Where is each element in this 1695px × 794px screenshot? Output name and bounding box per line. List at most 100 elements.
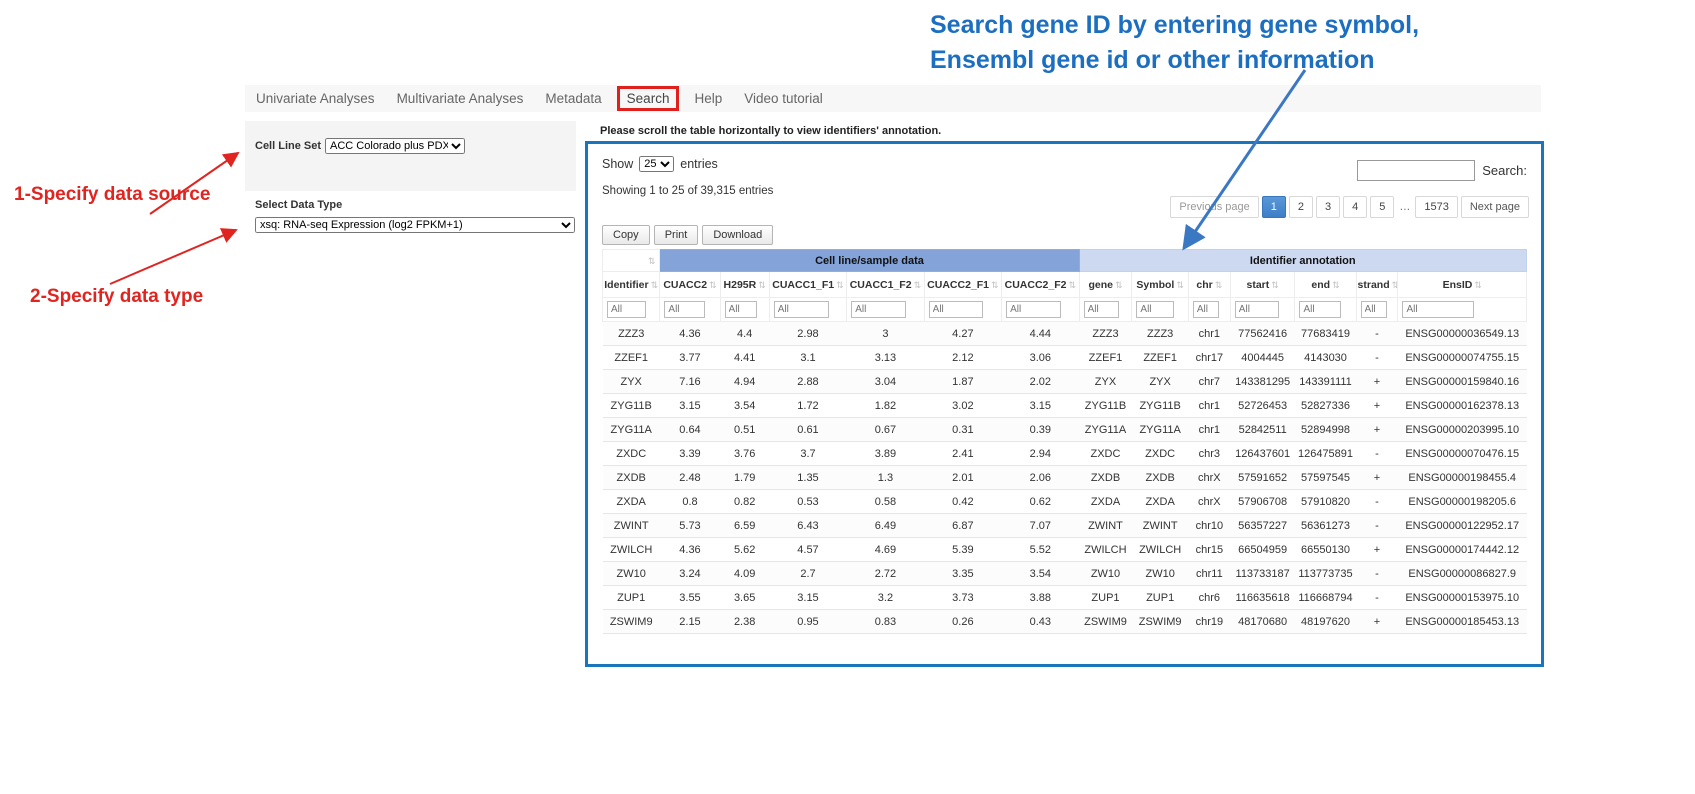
table-row-zzef1[interactable]: ZZEF13.774.413.13.132.123.06ZZEF1ZZEF1ch…: [603, 346, 1527, 370]
page-button-4[interactable]: 4: [1343, 196, 1367, 218]
cell-line-set-select[interactable]: ACC Colorado plus PDX: [325, 138, 465, 154]
column-header-chr[interactable]: chr⇅: [1188, 272, 1230, 298]
cell: 126437601: [1230, 442, 1295, 466]
sort-icon: ⇅: [758, 280, 766, 290]
filter-input-ensid[interactable]: [1402, 301, 1474, 318]
column-label: gene: [1088, 279, 1113, 291]
table-row-zyx[interactable]: ZYX7.164.942.883.041.872.02ZYXZYXchr7143…: [603, 370, 1527, 394]
cell: ZZEF1: [1079, 346, 1132, 370]
nav-item-univariate-analyses[interactable]: Univariate Analyses: [245, 91, 386, 106]
page-button-1[interactable]: 1: [1262, 196, 1286, 218]
copy-button[interactable]: Copy: [602, 225, 650, 245]
filter-input-gene[interactable]: [1084, 301, 1119, 318]
cell: 4.27: [924, 322, 1001, 346]
filter-input-identifier[interactable]: [607, 301, 646, 318]
cell: ZYG11A: [1079, 418, 1132, 442]
cell: 77683419: [1295, 322, 1356, 346]
sort-icon: ⇅: [1115, 280, 1123, 290]
cell: 7.07: [1002, 514, 1079, 538]
cell: ZSWIM9: [1132, 610, 1188, 634]
cell: ZXDB: [1132, 466, 1188, 490]
page-button-5[interactable]: 5: [1370, 196, 1394, 218]
table-row-zwint[interactable]: ZWINT5.736.596.436.496.877.07ZWINTZWINTc…: [603, 514, 1527, 538]
previous-page-button[interactable]: Previous page: [1170, 196, 1258, 218]
cell: 4.36: [660, 322, 720, 346]
filter-input-symbol[interactable]: [1136, 301, 1174, 318]
cell: +: [1356, 394, 1398, 418]
column-header-end[interactable]: end⇅: [1295, 272, 1356, 298]
table-row-zxdc[interactable]: ZXDC3.393.763.73.892.412.94ZXDCZXDCchr31…: [603, 442, 1527, 466]
table-row-zwilch[interactable]: ZWILCH4.365.624.574.695.395.52ZWILCHZWIL…: [603, 538, 1527, 562]
column-header-cuacc1-f1[interactable]: CUACC1_F1⇅: [769, 272, 846, 298]
column-header-cuacc2-f2[interactable]: CUACC2_F2⇅: [1002, 272, 1079, 298]
filter-cell: [720, 298, 769, 322]
cell: ENSG00000086827.9: [1398, 562, 1527, 586]
table-row-zw10[interactable]: ZW103.244.092.72.723.353.54ZW10ZW10chr11…: [603, 562, 1527, 586]
column-header-symbol[interactable]: Symbol⇅: [1132, 272, 1188, 298]
cell: ZW10: [1079, 562, 1132, 586]
cell: 57910820: [1295, 490, 1356, 514]
cell: +: [1356, 370, 1398, 394]
filter-input-cuacc2-f1[interactable]: [929, 301, 984, 318]
search-label: Search:: [1482, 163, 1527, 178]
filter-input-end[interactable]: [1299, 301, 1341, 318]
pagination-ellipsis: …: [1397, 197, 1412, 217]
filter-input-cuacc1-f1[interactable]: [774, 301, 829, 318]
cell: ENSG00000074755.15: [1398, 346, 1527, 370]
filter-input-cuacc2-f2[interactable]: [1006, 301, 1061, 318]
search-input[interactable]: [1357, 160, 1475, 181]
filter-cell: [603, 298, 660, 322]
cell: 4.69: [847, 538, 924, 562]
cell: 4.94: [720, 370, 769, 394]
table-row-zyg11a[interactable]: ZYG11A0.640.510.610.670.310.39ZYG11AZYG1…: [603, 418, 1527, 442]
next-page-button[interactable]: Next page: [1461, 196, 1529, 218]
nav-item-video-tutorial[interactable]: Video tutorial: [733, 91, 834, 106]
column-header-identifier[interactable]: Identifier⇅: [603, 272, 660, 298]
filter-input-cuacc2[interactable]: [664, 301, 705, 318]
column-header-h295r[interactable]: H295R⇅: [720, 272, 769, 298]
cell: 2.48: [660, 466, 720, 490]
table-row-zswim9[interactable]: ZSWIM92.152.380.950.830.260.43ZSWIM9ZSWI…: [603, 610, 1527, 634]
table-row-zzz3[interactable]: ZZZ34.364.42.9834.274.44ZZZ3ZZZ3chr17756…: [603, 322, 1527, 346]
table-row-zxda[interactable]: ZXDA0.80.820.530.580.420.62ZXDAZXDAchrX5…: [603, 490, 1527, 514]
cell: 48170680: [1230, 610, 1295, 634]
download-button[interactable]: Download: [702, 225, 773, 245]
page-button-3[interactable]: 3: [1316, 196, 1340, 218]
table-row-zup1[interactable]: ZUP13.553.653.153.23.733.88ZUP1ZUP1chr61…: [603, 586, 1527, 610]
column-header-gene[interactable]: gene⇅: [1079, 272, 1132, 298]
nav-item-search[interactable]: Search: [617, 86, 680, 111]
nav-item-help[interactable]: Help: [683, 91, 733, 106]
column-header-ensid[interactable]: EnsID⇅: [1398, 272, 1527, 298]
column-header-strand[interactable]: strand⇅: [1356, 272, 1398, 298]
cell: 3.55: [660, 586, 720, 610]
filter-input-chr[interactable]: [1193, 301, 1219, 318]
export-buttons: CopyPrintDownload: [602, 225, 773, 245]
page-button-1573[interactable]: 1573: [1415, 196, 1457, 218]
table-row-zyg11b[interactable]: ZYG11B3.153.541.721.823.023.15ZYG11BZYG1…: [603, 394, 1527, 418]
column-header-start[interactable]: start⇅: [1230, 272, 1295, 298]
column-header-cuacc2-f1[interactable]: CUACC2_F1⇅: [924, 272, 1001, 298]
cell: 4.44: [1002, 322, 1079, 346]
nav-item-multivariate-analyses[interactable]: Multivariate Analyses: [386, 91, 535, 106]
cell: 0.82: [720, 490, 769, 514]
cell: chrX: [1188, 490, 1230, 514]
entries-per-page-select[interactable]: 25: [639, 156, 674, 172]
gene-table: ⇅Cell line/sample dataIdentifier annotat…: [602, 249, 1527, 634]
filter-input-cuacc1-f2[interactable]: [851, 301, 906, 318]
cell: 3.15: [769, 586, 846, 610]
column-header-cuacc2[interactable]: CUACC2⇅: [660, 272, 720, 298]
table-row-zxdb[interactable]: ZXDB2.481.791.351.32.012.06ZXDBZXDBchrX5…: [603, 466, 1527, 490]
filter-input-h295r[interactable]: [725, 301, 757, 318]
page-button-2[interactable]: 2: [1289, 196, 1313, 218]
nav-item-metadata[interactable]: Metadata: [534, 91, 612, 106]
cell: 3.35: [924, 562, 1001, 586]
filter-cell: [769, 298, 846, 322]
print-button[interactable]: Print: [654, 225, 699, 245]
filter-input-strand[interactable]: [1361, 301, 1387, 318]
column-header-cuacc1-f2[interactable]: CUACC1_F2⇅: [847, 272, 924, 298]
corner-sort-header[interactable]: ⇅: [603, 250, 660, 272]
data-type-select[interactable]: xsq: RNA-seq Expression (log2 FPKM+1): [255, 217, 575, 233]
cell: 1.3: [847, 466, 924, 490]
search-control: Search:: [1357, 160, 1527, 181]
filter-input-start[interactable]: [1235, 301, 1280, 318]
